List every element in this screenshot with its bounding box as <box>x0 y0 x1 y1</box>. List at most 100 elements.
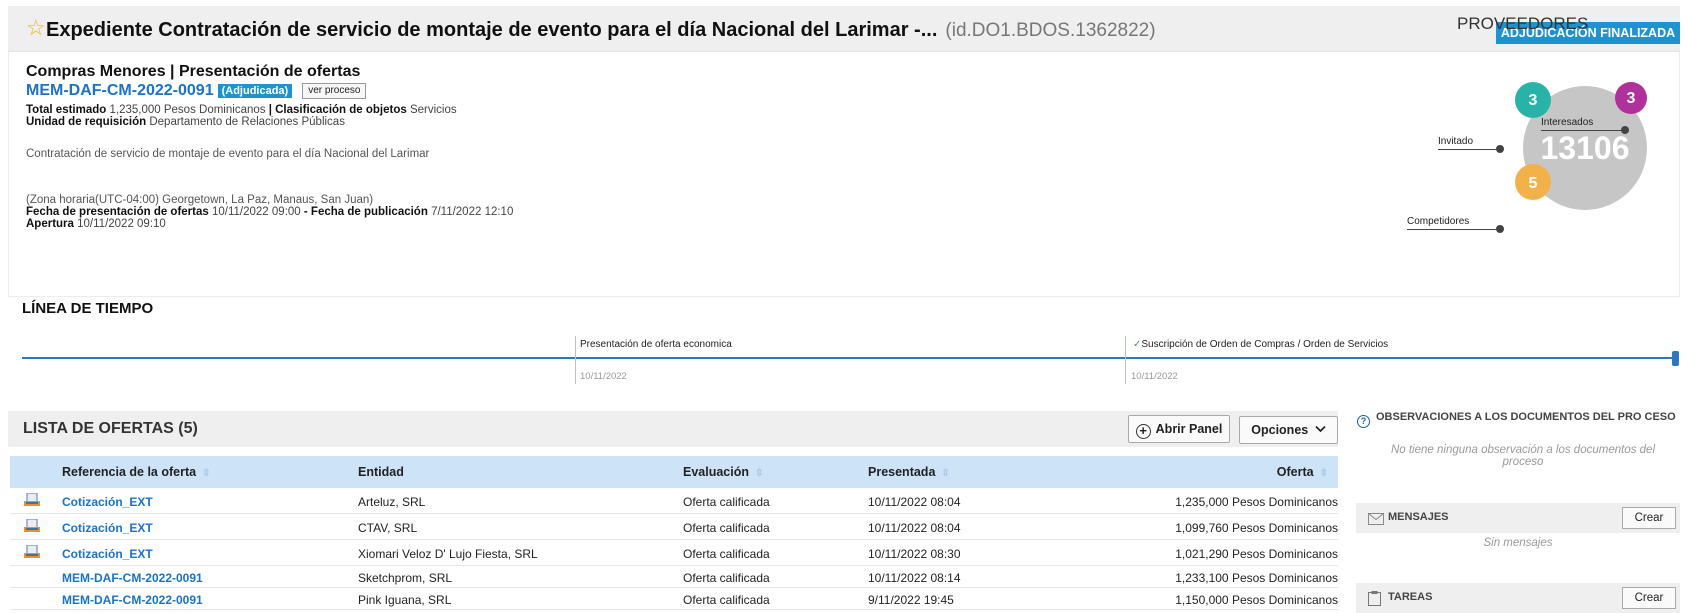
offer-reference-link[interactable]: MEM-DAF-CM-2022-0091 <box>62 593 203 607</box>
timeline-tick-2 <box>1125 336 1126 384</box>
offer-amount: 1,150,000 Pesos Dominicanos <box>1175 593 1338 607</box>
column-entidad-label: Entidad <box>358 465 404 479</box>
chevron-down-icon <box>1315 425 1326 433</box>
competidores-bubble[interactable]: 5 <box>1515 164 1551 200</box>
observaciones-title: OBSERVACIONES A LOS DOCUMENTOS DEL PRO C… <box>1376 411 1676 423</box>
timeline-event-1-label: Presentación de oferta economica <box>580 339 732 350</box>
expediente-title: Expediente Contratación de servicio de m… <box>46 19 938 41</box>
column-header-entidad: Entidad <box>358 465 404 479</box>
offer-reference-link[interactable]: Cotización_EXT <box>62 547 153 561</box>
fecha-ofertas-value: 10/11/2022 09:00 <box>212 206 301 218</box>
offer-entidad: Pink Iguana, SRL <box>358 593 452 607</box>
crear-tarea-button[interactable]: Crear <box>1622 587 1676 609</box>
envelope-icon <box>1368 513 1384 525</box>
unidad-value: Departamento de Relaciones Públicas <box>149 116 345 128</box>
process-reference-row: MEM-DAF-CM-2022-0091 (Adjudicada) ver proc… <box>26 82 367 100</box>
competidores-legend-line <box>1407 229 1500 230</box>
offer-evaluacion: Oferta calificada <box>683 547 770 561</box>
offers-list-title: LISTA DE OFERTAS (5) <box>23 420 198 437</box>
page-title: Expediente Contratación de servicio de m… <box>46 19 1156 42</box>
offer-evaluacion: Oferta calificada <box>683 593 770 607</box>
offer-entidad: Xiomari Veloz D' Lujo Fiesta, SRL <box>358 547 538 561</box>
observaciones-empty: No tiene ninguna observación a los docum… <box>1390 444 1656 468</box>
timeline-event-2-date: 10/11/2022 <box>1131 371 1178 382</box>
interesados-bubble[interactable]: 3 <box>1615 82 1647 114</box>
interesados-legend: Interesados <box>1541 117 1594 128</box>
column-evaluacion-label: Evaluación <box>683 465 749 479</box>
document-icon[interactable] <box>24 519 40 533</box>
mensajes-empty: Sin mensajes <box>1483 537 1553 549</box>
timeline-end-marker <box>1672 351 1679 366</box>
fecha-publicacion-value: 7/11/2022 12:10 <box>431 206 514 218</box>
clasificacion-value: Servicios <box>409 104 457 116</box>
help-icon: ? <box>1357 415 1370 428</box>
expediente-id: (id.DO1.BDOS.1362822) <box>945 20 1156 41</box>
sort-icon[interactable]: ⇳ <box>941 468 949 479</box>
mensajes-header: MENSAJES Crear <box>1356 503 1680 533</box>
sort-icon[interactable]: ⇳ <box>1320 468 1328 479</box>
offer-amount: 1,235,000 Pesos Dominicanos <box>1175 495 1338 509</box>
interesados-legend-line <box>1541 130 1625 131</box>
column-oferta-label: Oferta <box>1276 465 1314 479</box>
competidores-legend: Competidores <box>1407 216 1470 227</box>
timeline-axis <box>22 357 1677 359</box>
clipboard-icon <box>1368 591 1381 606</box>
offer-presentada: 10/11/2022 08:04 <box>868 521 961 535</box>
total-label: Total estimado <box>26 104 107 116</box>
timeline-event-label: Presentación de oferta economica <box>580 339 732 350</box>
opciones-button[interactable]: Opciones <box>1239 416 1338 444</box>
process-reference[interactable]: MEM-DAF-CM-2022-0091 <box>26 82 214 99</box>
offer-evaluacion: Oferta calificada <box>683 571 770 585</box>
plus-circle-icon: + <box>1135 424 1151 439</box>
total-value: 1,235,000 Pesos Dominicanos <box>109 104 266 116</box>
clasificacion-label: | Clasificación de objetos <box>268 104 407 116</box>
column-referencia-label: Referencia de la oferta <box>62 465 197 479</box>
offer-evaluacion: Oferta calificada <box>683 495 770 509</box>
timeline-title: LÍNEA DE TIEMPO <box>22 300 154 317</box>
offer-evaluacion: Oferta calificada <box>683 521 770 535</box>
column-header-oferta[interactable]: Oferta ⇳ <box>1277 465 1328 479</box>
competidores-legend-dot <box>1496 225 1504 233</box>
offer-presentada: 10/11/2022 08:14 <box>868 571 961 585</box>
apertura-line: Apertura 10/11/2022 09:10 <box>26 218 166 230</box>
total-estimado-line: Total estimado 1,235,000 Pesos Dominican… <box>26 104 457 116</box>
tareas-title: TAREAS <box>1388 591 1433 603</box>
crear-mensaje-button[interactable]: Crear <box>1622 507 1676 529</box>
apertura-label: Apertura <box>26 218 74 230</box>
abrir-panel-button[interactable]: + Abrir Panel <box>1128 415 1230 443</box>
table-row: MEM-DAF-CM-2022-0091 Pink Iguana, SRL Of… <box>10 588 1338 610</box>
process-summary-panel: Compras Menores | Presentación de oferta… <box>8 52 1680 297</box>
offer-reference-link[interactable]: Cotización_EXT <box>62 521 153 535</box>
offer-presentada: 10/11/2022 08:30 <box>868 547 961 561</box>
offer-amount: 1,099,760 Pesos Dominicanos <box>1175 521 1338 535</box>
fechas-line: Fecha de presentación de ofertas 10/11/2… <box>26 206 513 218</box>
column-header-presentada[interactable]: Presentada ⇳ <box>868 465 950 479</box>
table-row: Cotización_EXT Xiomari Veloz D' Lujo Fie… <box>10 540 1338 566</box>
ver-proceso-button[interactable]: ver proceso <box>302 83 367 99</box>
table-row: Cotización_EXT CTAV, SRL Oferta califica… <box>10 514 1338 540</box>
sort-icon[interactable]: ⇳ <box>755 468 763 479</box>
offer-entidad: Sketchprom, SRL <box>358 571 453 585</box>
document-icon[interactable] <box>24 545 40 559</box>
document-icon[interactable] <box>24 493 40 507</box>
sort-icon[interactable]: ⇳ <box>202 468 210 479</box>
process-type: Compras Menores | Presentación de oferta… <box>26 63 361 80</box>
column-header-referencia[interactable]: Referencia de la oferta ⇳ <box>62 465 210 479</box>
offer-entidad: CTAV, SRL <box>358 521 418 535</box>
timeline-event-label: ✓Suscripción de Orden de Compras / Orden… <box>1133 339 1388 350</box>
tareas-header: TAREAS Crear <box>1356 583 1680 613</box>
offer-reference-link[interactable]: MEM-DAF-CM-2022-0091 <box>62 571 203 585</box>
apertura-value: 10/11/2022 09:10 <box>77 218 166 230</box>
star-icon[interactable]: ☆ <box>26 17 46 39</box>
adjudicada-badge: (Adjudicada) <box>217 84 293 98</box>
column-presentada-label: Presentada <box>868 465 936 479</box>
invitado-bubble[interactable]: 3 <box>1515 82 1551 118</box>
table-row: Cotización_EXT Arteluz, SRL Oferta calif… <box>10 488 1338 514</box>
interesados-legend-dot <box>1621 126 1629 134</box>
invitado-legend: Invitado <box>1438 136 1474 147</box>
offer-reference-link[interactable]: Cotización_EXT <box>62 495 153 509</box>
invitado-legend-dot <box>1496 145 1504 153</box>
offer-entidad: Arteluz, SRL <box>358 495 426 509</box>
column-header-evaluacion[interactable]: Evaluación ⇳ <box>683 465 763 479</box>
offer-presentada: 10/11/2022 08:04 <box>868 495 961 509</box>
